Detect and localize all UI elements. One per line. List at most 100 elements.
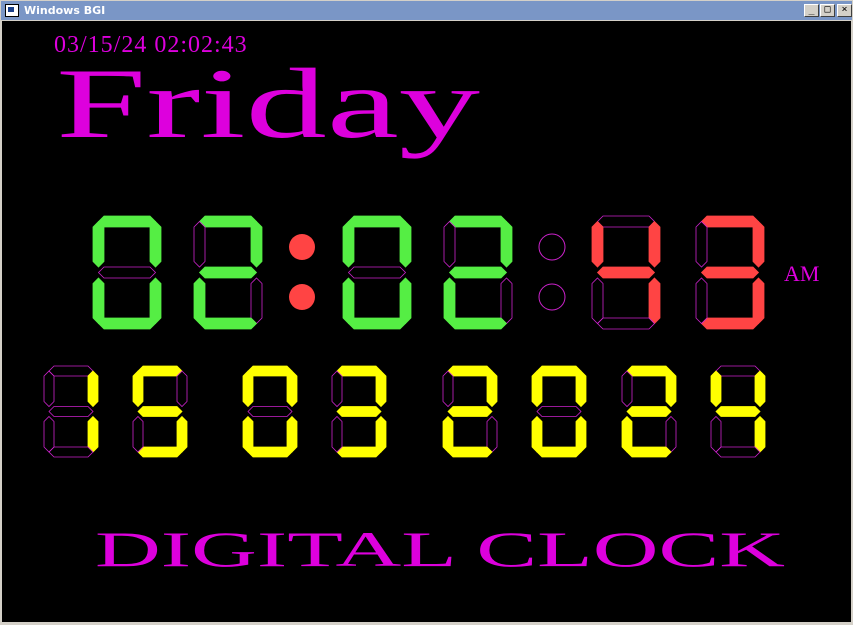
segment-c (375, 415, 387, 453)
segment-f (43, 370, 55, 408)
segment-d (137, 446, 183, 458)
segment-e (621, 415, 633, 453)
segment-c (500, 277, 513, 325)
segment-f (242, 370, 254, 408)
segment-f (342, 220, 355, 268)
segment-a (198, 215, 258, 228)
date-digit-3 (242, 365, 298, 458)
segment-e (695, 277, 708, 325)
segment-c (665, 415, 677, 453)
segment-d (626, 446, 672, 458)
segment-c (286, 415, 298, 453)
segment-d (700, 317, 760, 330)
date-display (43, 365, 766, 458)
segment-d (596, 317, 656, 330)
segment-b (250, 220, 263, 268)
close-button[interactable]: × (837, 4, 852, 17)
segment-a (347, 215, 407, 228)
segment-a (447, 365, 493, 377)
segment-e (710, 415, 722, 453)
segment-g (336, 406, 382, 417)
segment-f (695, 220, 708, 268)
segment-d (447, 446, 493, 458)
segment-c (752, 277, 765, 325)
date-digit-4 (331, 365, 387, 458)
segment-e (242, 415, 254, 453)
segment-a (700, 215, 760, 228)
time-digit-1 (92, 215, 162, 330)
segment-b (754, 370, 766, 408)
footer-title: DIGITAL CLOCK (95, 521, 785, 577)
segment-d (247, 446, 293, 458)
title-bar[interactable]: Windows BGI _ □ × (1, 1, 852, 20)
segment-e (132, 415, 144, 453)
segment-e (92, 277, 105, 325)
segment-g (137, 406, 183, 417)
colon-1-top (289, 234, 315, 260)
time-digit-6 (695, 215, 765, 330)
segment-c (575, 415, 587, 453)
time-digit-5 (591, 215, 661, 330)
segment-e (342, 277, 355, 325)
segment-f (331, 370, 343, 408)
segment-a (715, 365, 761, 377)
segment-f (92, 220, 105, 268)
segment-g (700, 266, 760, 279)
segment-e (443, 277, 456, 325)
segment-e (442, 415, 454, 453)
segment-a (336, 365, 382, 377)
segment-b (752, 220, 765, 268)
segment-b (399, 220, 412, 268)
colon-1-bottom (289, 284, 315, 310)
segment-g (97, 266, 157, 279)
segment-g (448, 266, 508, 279)
segment-a (48, 365, 94, 377)
segment-c (648, 277, 661, 325)
segment-b (665, 370, 677, 408)
app-window-icon[interactable] (5, 4, 19, 17)
segment-f (621, 370, 633, 408)
segment-a (247, 365, 293, 377)
segment-f (710, 370, 722, 408)
segment-g (596, 266, 656, 279)
segment-e (43, 415, 55, 453)
segment-e (193, 277, 206, 325)
segment-d (448, 317, 508, 330)
clock-drawing: 03/15/24 02:02:43 Friday AM DIGITAL CLOC… (43, 32, 819, 577)
segment-a (448, 215, 508, 228)
segment-f (132, 370, 144, 408)
segment-c (486, 415, 498, 453)
segment-b (176, 370, 188, 408)
maximize-button[interactable]: □ (820, 4, 835, 17)
time-digit-4 (443, 215, 513, 330)
segment-c (399, 277, 412, 325)
segment-c (149, 277, 162, 325)
segment-e (331, 415, 343, 453)
segment-d (536, 446, 582, 458)
segment-b (648, 220, 661, 268)
segment-g (536, 406, 582, 417)
segment-g (447, 406, 493, 417)
segment-c (250, 277, 263, 325)
segment-a (536, 365, 582, 377)
segment-g (347, 266, 407, 279)
segment-f (591, 220, 604, 268)
segment-g (198, 266, 258, 279)
date-digit-6 (531, 365, 587, 458)
colon-2-bottom (538, 283, 566, 311)
segment-f (442, 370, 454, 408)
time-digit-3 (342, 215, 412, 330)
segment-d (336, 446, 382, 458)
segment-a (596, 215, 656, 228)
date-digit-8 (710, 365, 766, 458)
app-window-icon-glyph (8, 7, 14, 12)
date-digit-1 (43, 365, 99, 458)
segment-b (87, 370, 99, 408)
segment-b (375, 370, 387, 408)
segment-d (198, 317, 258, 330)
minimize-button[interactable]: _ (804, 4, 819, 17)
segment-b (486, 370, 498, 408)
segment-c (754, 415, 766, 453)
date-digit-2 (132, 365, 188, 458)
window-title: Windows BGI (24, 4, 106, 17)
